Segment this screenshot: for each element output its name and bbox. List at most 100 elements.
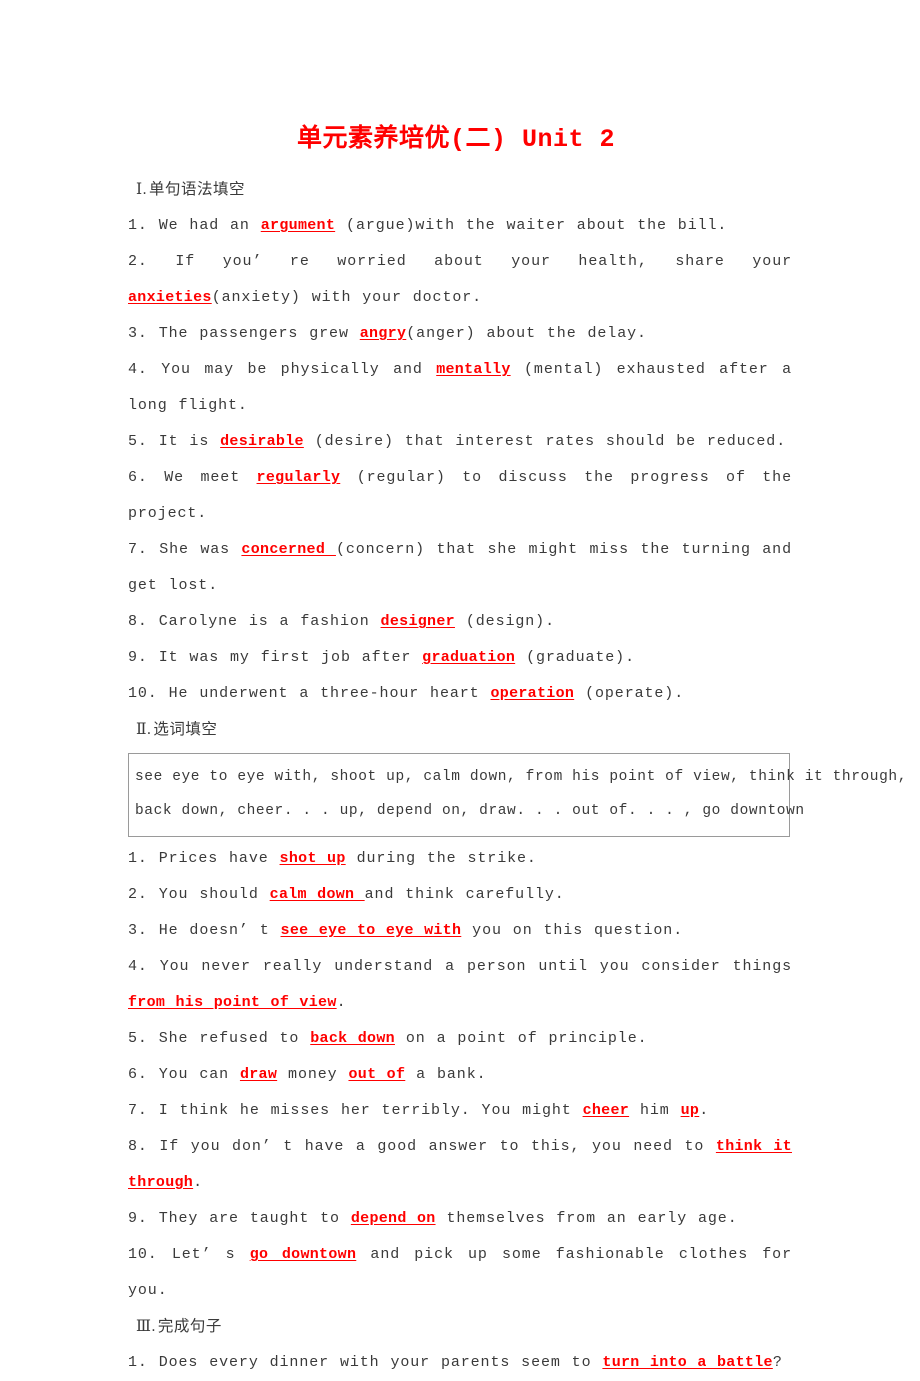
item-text-before: You can: [147, 1066, 240, 1083]
section-heading-2: Ⅱ. 选词填空: [136, 712, 792, 748]
exercise-line: 3. The passengers grew angry(anger) abou…: [128, 316, 792, 352]
item-index: 4.: [128, 958, 148, 975]
item-text-after: (design).: [454, 613, 555, 630]
exercise-line: 5. It is desirable (desire) that interes…: [128, 424, 792, 460]
answer-blank: anxieties: [128, 289, 212, 306]
item-text-before: It was my first job after: [147, 649, 423, 666]
item-text-before: If you’ re worried about your health, sh…: [147, 253, 792, 270]
item-index: 10.: [128, 685, 158, 702]
item-text-after: and think carefully.: [364, 886, 565, 903]
item-text-before: We had an: [147, 217, 261, 234]
item-text-before: She was: [147, 541, 242, 558]
section-title-3: 完成句子: [157, 1318, 222, 1336]
section-title-2: 选词填空: [153, 721, 218, 739]
item-text-after: on a point of principle.: [394, 1030, 648, 1047]
exercise-line: 8. If you don’ t have a good answer to t…: [128, 1129, 792, 1201]
answer-blank: cheer: [582, 1102, 630, 1119]
answer-blank: draw: [239, 1066, 278, 1083]
item-text-before: He underwent a three-hour heart: [157, 685, 491, 702]
item-text-before: We meet: [147, 469, 257, 486]
answer-blank: turn into a battle: [602, 1354, 773, 1371]
answer-blank: argument: [260, 217, 336, 234]
item-index: 9.: [128, 1210, 148, 1227]
item-text-before: Let’ s: [157, 1246, 250, 1263]
exercise-line: 1. We had an argument (argue)with the wa…: [128, 208, 792, 244]
answer-blank: see eye to eye with: [280, 922, 462, 939]
answer-blank: from his point of view: [128, 994, 337, 1011]
answer-blank-2: out of: [348, 1066, 406, 1083]
item-text-mid: him: [629, 1102, 681, 1119]
answer-blank-2: up: [680, 1102, 700, 1119]
item-index: 5.: [128, 433, 148, 450]
section-marker-1: Ⅰ.: [136, 181, 147, 199]
item-index: 1.: [128, 850, 148, 867]
word-bank-box: see eye to eye with, shoot up, calm down…: [128, 753, 908, 837]
item-text-mid: money: [277, 1066, 349, 1083]
exercise-line: 7. I think he misses her terribly. You m…: [128, 1093, 792, 1129]
item-text-before: She refused to: [147, 1030, 311, 1047]
item-text-after: .: [699, 1102, 710, 1119]
exercise-line: 9. It was my first job after graduation …: [128, 640, 792, 676]
answer-blank: desirable: [220, 433, 304, 450]
item-text-before: It is: [147, 433, 221, 450]
item-text-before: I think he misses her terribly. You migh…: [147, 1102, 583, 1119]
answer-blank: back down: [310, 1030, 395, 1047]
section-heading-3: Ⅲ. 完成句子: [136, 1309, 792, 1345]
item-text-before: Carolyne is a fashion: [147, 613, 381, 630]
exercise-line: 10. He underwent a three-hour heart oper…: [128, 676, 792, 712]
answer-blank: shot up: [279, 850, 346, 867]
item-text-before: The passengers grew: [147, 325, 360, 342]
word-bank-line: back down, cheer. . . up, depend on, dra…: [135, 803, 805, 819]
item-text-before: Does every dinner with your parents seem…: [147, 1354, 603, 1371]
item-index: 9.: [128, 649, 148, 666]
item-index: 3.: [128, 325, 148, 342]
item-index: 8.: [128, 1138, 148, 1155]
item-text-after: (argue)with the waiter about the bill.: [335, 217, 728, 234]
exercise-line: 10. Let’ s go downtown and pick up some …: [128, 1237, 792, 1309]
item-text-before: You never really understand a person unt…: [147, 958, 792, 975]
item-text-after: you on this question.: [461, 922, 684, 939]
item-text-before: You may be physically and: [147, 361, 437, 378]
item-text-before: You should: [147, 886, 270, 903]
item-index: 8.: [128, 613, 148, 630]
section-heading-1: Ⅰ. 单句语法填空: [136, 172, 792, 208]
section-title-1: 单句语法填空: [149, 181, 246, 199]
item-text-after: (graduate).: [515, 649, 635, 666]
answer-blank: designer: [380, 613, 455, 630]
item-text-after: (anger) about the delay.: [406, 325, 647, 342]
document-body: Ⅰ. 单句语法填空 1. We had an argument (argue)w…: [0, 172, 920, 1381]
answer-blank: concerned: [241, 541, 336, 558]
exercise-line: 4. You may be physically and mentally (m…: [128, 352, 792, 424]
item-index: 4.: [128, 361, 148, 378]
answer-blank: depend on: [350, 1210, 436, 1227]
exercise-line: 8. Carolyne is a fashion designer (desig…: [128, 604, 792, 640]
exercise-line: 9. They are taught to depend on themselv…: [128, 1201, 792, 1237]
item-text-before: They are taught to: [147, 1210, 351, 1227]
exercise-line: 4. You never really understand a person …: [128, 949, 792, 1021]
exercise-line: 6. You can draw money out of a bank.: [128, 1057, 792, 1093]
item-text-before: He doesn’ t: [147, 922, 281, 939]
item-index: 7.: [128, 1102, 148, 1119]
exercise-line: 2. You should calm down and think carefu…: [128, 877, 792, 913]
item-index: 2.: [128, 253, 148, 270]
section-marker-3: Ⅲ.: [136, 1318, 156, 1336]
item-index: 2.: [128, 886, 148, 903]
answer-blank: go downtown: [249, 1246, 357, 1263]
exercise-line: 6. We meet regularly (regular) to discus…: [128, 460, 792, 532]
item-text-after: ?: [772, 1354, 783, 1371]
answer-blank: graduation: [422, 649, 516, 666]
exercise-line: 1. Does every dinner with your parents s…: [128, 1345, 792, 1381]
exercise-line: 2. If you’ re worried about your health,…: [128, 244, 792, 316]
exercise-line: 3. He doesn’ t see eye to eye with you o…: [128, 913, 792, 949]
item-text-after: a bank.: [405, 1066, 487, 1083]
item-text-after: during the strike.: [345, 850, 537, 867]
page-title: 单元素养培优(二) Unit 2: [296, 125, 616, 154]
document-page: 单元素养培优(二) Unit 2 Ⅰ. 单句语法填空 1. We had an …: [0, 0, 920, 1371]
item-index: 5.: [128, 1030, 148, 1047]
section-marker-2: Ⅱ.: [136, 721, 152, 739]
item-index: 3.: [128, 922, 148, 939]
item-text-after: .: [336, 994, 347, 1011]
word-bank-line: see eye to eye with, shoot up, calm down…: [135, 769, 908, 785]
item-index: 1.: [128, 217, 148, 234]
item-text-after: (operate).: [574, 685, 685, 702]
